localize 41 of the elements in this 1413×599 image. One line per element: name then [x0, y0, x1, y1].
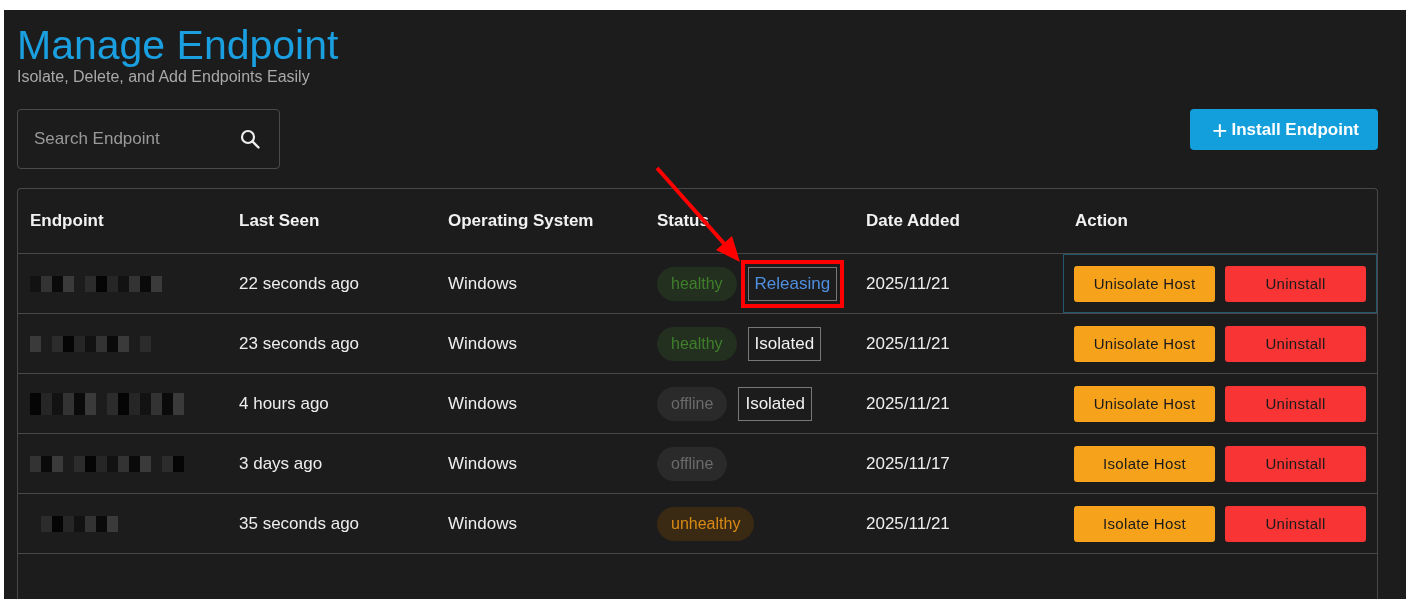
table-cell: 35 seconds ago: [239, 513, 360, 534]
isolate-button[interactable]: Unisolate Host: [1074, 385, 1215, 422]
column-header: Operating System: [448, 211, 594, 231]
table-cell: 2025/11/21: [866, 393, 950, 414]
isolation-status: Releasing: [747, 266, 838, 301]
table-cell: 2025/11/21: [866, 273, 950, 294]
isolate-button[interactable]: Isolate Host: [1074, 505, 1215, 542]
page-subtitle: Isolate, Delete, and Add Endpoints Easily: [17, 68, 310, 86]
table-cell: Windows: [448, 453, 517, 474]
health-status: offline: [657, 446, 728, 481]
health-status: healthy: [657, 326, 737, 361]
table-cell: 23 seconds ago: [239, 333, 360, 354]
isolation-status: Isolated: [738, 386, 812, 421]
table-cell: Windows: [448, 273, 517, 294]
uninstall-button[interactable]: Uninstall: [1225, 385, 1366, 422]
health-status: healthy: [657, 266, 737, 301]
table-cell: 2025/11/21: [866, 333, 950, 354]
uninstall-button[interactable]: Uninstall: [1225, 325, 1366, 362]
search-field[interactable]: Search Endpoint: [17, 109, 280, 169]
table-cell: Windows: [448, 333, 517, 354]
table-cell: Windows: [448, 393, 517, 414]
column-header: Last Seen: [239, 211, 320, 231]
isolate-button[interactable]: Unisolate Host: [1074, 265, 1215, 302]
table-cell: 22 seconds ago: [239, 273, 360, 294]
search-icon: [240, 129, 260, 149]
uninstall-button[interactable]: Uninstall: [1225, 445, 1366, 482]
table-cell: Windows: [448, 513, 517, 534]
uninstall-button[interactable]: Uninstall: [1225, 265, 1366, 302]
isolation-status: Isolated: [747, 326, 822, 361]
column-header: Endpoint: [30, 211, 104, 231]
uninstall-button[interactable]: Uninstall: [1225, 505, 1366, 542]
isolate-button[interactable]: Isolate Host: [1074, 445, 1215, 482]
health-status: unhealthy: [657, 506, 755, 541]
table-cell: 2025/11/17: [866, 453, 950, 474]
column-header: Action: [1075, 211, 1128, 231]
column-header: Date Added: [866, 211, 960, 231]
table-cell: 2025/11/21: [866, 513, 950, 534]
table-cell: 3 days ago: [239, 453, 323, 474]
isolate-button[interactable]: Unisolate Host: [1074, 325, 1215, 362]
table-cell: 4 hours ago: [239, 393, 329, 414]
health-status: offline: [657, 386, 728, 421]
